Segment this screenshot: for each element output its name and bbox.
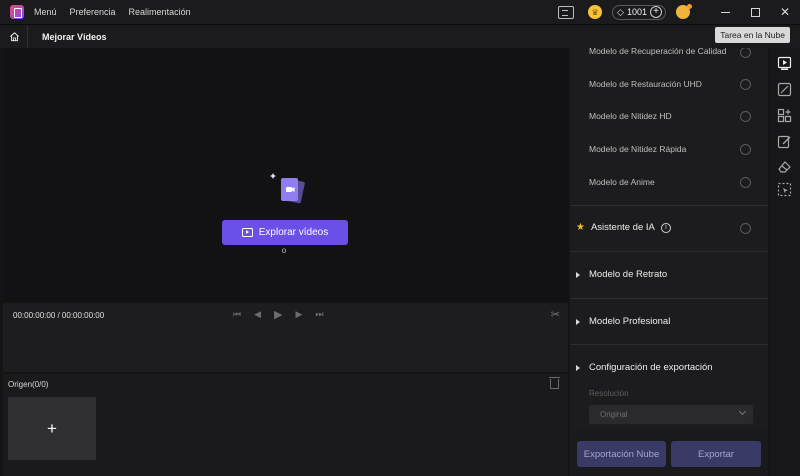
add-video-button[interactable]: +	[8, 397, 96, 460]
cloud-tasks-icon[interactable]	[558, 5, 575, 19]
professional-model-label: Modelo Profesional	[589, 316, 671, 327]
video-files-icon	[270, 173, 305, 204]
radio-uhd-restoration[interactable]	[740, 79, 751, 90]
home-button[interactable]	[6, 25, 28, 48]
avatar-icon[interactable]	[676, 4, 692, 19]
skip-forward-icon[interactable]: ⏭	[315, 309, 323, 320]
divider	[570, 251, 768, 252]
resolution-label: Resolución	[589, 389, 629, 398]
home-icon	[10, 32, 19, 42]
trash-icon[interactable]	[549, 377, 560, 389]
divider	[570, 344, 768, 345]
settings-panel: Modelo de Recuperación de Calidad Modelo…	[570, 48, 768, 476]
info-icon[interactable]: i	[660, 222, 671, 233]
video-drop-zone[interactable]: Arrastre y suelte vídeos o Explorar víde…	[3, 48, 568, 302]
portrait-model-label: Modelo de Retrato	[589, 269, 668, 280]
resolution-value: Original	[600, 410, 628, 419]
divider	[570, 298, 768, 299]
radio-fast-sharpness[interactable]	[740, 144, 751, 155]
timecode: 00:00:00:00 / 00:00:00:00	[13, 311, 105, 320]
export-config-section[interactable]: Configuración de exportación	[576, 362, 713, 373]
origin-panel: Origen(0/0) +	[3, 374, 568, 476]
page-title: Mejorar Vídeos	[42, 31, 107, 42]
resolution-select[interactable]: Original	[589, 405, 753, 424]
radio-quality-recovery[interactable]	[740, 48, 751, 58]
ai-assistant-label: Asistente de IA	[590, 222, 655, 233]
layout-tool-icon[interactable]	[777, 108, 792, 123]
cloud-export-button[interactable]: Exportación Nube	[577, 441, 666, 467]
step-back-icon[interactable]: ◀	[254, 309, 261, 320]
export-actions: Exportación Nube Exportar	[570, 430, 768, 476]
model-option-hd-sharpness[interactable]: Modelo de Nitidez HD	[589, 111, 672, 121]
explore-videos-button[interactable]: Explorar vídeos	[222, 220, 348, 245]
radio-hd-sharpness[interactable]	[740, 111, 751, 122]
tool-rail	[770, 48, 800, 476]
eraser-tool-icon[interactable]	[777, 159, 792, 174]
expand-caret-icon	[576, 271, 580, 278]
gem-icon: ◇	[617, 6, 624, 17]
drop-or-text: o	[281, 246, 287, 255]
menu-item-feedback[interactable]: Realimentación	[129, 7, 191, 17]
step-forward-icon[interactable]: ▶	[296, 309, 303, 320]
expand-caret-icon	[576, 318, 580, 325]
player-controls: 00:00:00:00 / 00:00:00:00 ⏮ ◀ ▶ ▶ ⏭ ✂	[3, 303, 568, 372]
skip-back-icon[interactable]: ⏮	[233, 309, 241, 320]
transport-controls: ⏮ ◀ ▶ ▶ ⏭	[233, 308, 337, 321]
title-bar: Menú Preferencia Realimentación ♛ ◇ 1001…	[0, 0, 800, 24]
menu-item-preferences[interactable]: Preferencia	[70, 7, 116, 17]
nav-bar: Mejorar Vídeos	[0, 24, 800, 48]
scissors-icon[interactable]: ✂	[551, 308, 560, 321]
maximize-button[interactable]	[740, 0, 770, 24]
titlebar-actions: ♛ ◇ 1001 + ✕	[558, 0, 800, 24]
minimize-button[interactable]	[710, 0, 740, 24]
cloud-task-tooltip: Tarea en la Nube	[715, 27, 790, 43]
video-folder-icon	[241, 228, 253, 237]
app-logo-icon	[10, 5, 24, 19]
origin-label: Origen(0/0)	[8, 380, 49, 389]
expand-caret-icon	[576, 364, 580, 371]
radio-ai-assistant[interactable]	[740, 223, 751, 234]
credits-badge[interactable]: ◇ 1001 +	[612, 4, 666, 20]
portrait-model-section[interactable]: Modelo de Retrato	[576, 269, 667, 280]
ai-assistant-section[interactable]: ★ Asistente de IA i	[576, 222, 671, 233]
credits-count: 1001	[626, 7, 647, 17]
export-config-label: Configuración de exportación	[589, 362, 713, 373]
divider	[570, 205, 768, 206]
plus-icon[interactable]: +	[650, 6, 662, 18]
crop-select-tool-icon[interactable]	[777, 182, 792, 197]
image-enhance-tool-icon[interactable]	[777, 82, 792, 97]
model-option-fast-sharpness[interactable]: Modelo de Nitidez Rápida	[589, 144, 686, 154]
professional-model-section[interactable]: Modelo Profesional	[576, 316, 670, 327]
chevron-down-icon	[738, 407, 747, 416]
edit-tool-icon[interactable]	[777, 134, 792, 149]
model-option-uhd-restoration[interactable]: Modelo de Restauración UHD	[589, 79, 702, 89]
crown-icon[interactable]: ♛	[588, 5, 603, 19]
model-option-quality-recovery[interactable]: Modelo de Recuperación de Calidad	[589, 48, 727, 56]
star-icon: ★	[576, 222, 585, 233]
model-option-anime[interactable]: Modelo de Anime	[589, 177, 655, 187]
main-menu: Menú Preferencia Realimentación	[34, 7, 204, 17]
explore-videos-label: Explorar vídeos	[258, 227, 329, 238]
radio-anime[interactable]	[740, 177, 751, 188]
video-enhance-tool-icon[interactable]	[777, 56, 792, 71]
export-button[interactable]: Exportar	[671, 441, 761, 467]
close-button[interactable]: ✕	[770, 0, 800, 24]
menu-item-menu[interactable]: Menú	[34, 7, 57, 17]
play-icon[interactable]: ▶	[274, 308, 282, 321]
